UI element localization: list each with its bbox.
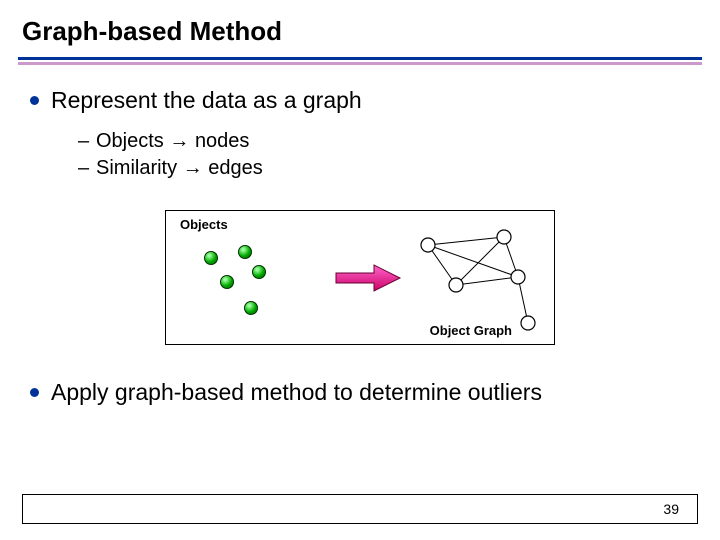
diagram: Objects Object Graph	[165, 210, 555, 345]
object-node-icon	[244, 301, 258, 315]
sub-bullet-1-text: Objects → nodes	[96, 130, 249, 153]
sub-bullet-list: – Objects → nodes – Similarity → edges	[30, 120, 690, 180]
object-graph-diagram	[406, 227, 546, 339]
sub1-target: nodes	[195, 130, 250, 152]
sub1-label: Objects	[96, 130, 164, 152]
bullet-2: Apply graph-based method to determine ou…	[30, 379, 720, 406]
dash-icon: –	[78, 157, 96, 180]
dash-icon: –	[78, 130, 96, 153]
diagram-box: Objects Object Graph	[165, 210, 555, 345]
page-number: 39	[663, 501, 679, 517]
object-node-icon	[204, 251, 218, 265]
title-divider	[18, 57, 702, 65]
bullet-dot-icon	[30, 388, 39, 397]
transform-arrow-icon	[334, 263, 404, 293]
arrow-right-icon: →	[169, 130, 189, 152]
slide-title: Graph-based Method	[0, 0, 720, 57]
bullet-2-wrap: Apply graph-based method to determine ou…	[0, 379, 720, 406]
bullet-dot-icon	[30, 96, 39, 105]
sub-bullet-2-text: Similarity → edges	[96, 157, 263, 180]
bullet-1: Represent the data as a graph	[30, 87, 690, 114]
sub2-target: edges	[208, 157, 263, 179]
arrow-right-icon: →	[183, 157, 203, 179]
content-area: Represent the data as a graph – Objects …	[0, 65, 720, 345]
footer-bar: 39	[22, 494, 698, 524]
object-node-icon	[220, 275, 234, 289]
sub2-label: Similarity	[96, 157, 177, 179]
sub-bullet-2: – Similarity → edges	[78, 157, 690, 180]
bullet-2-text: Apply graph-based method to determine ou…	[51, 379, 542, 406]
object-node-icon	[238, 245, 252, 259]
bullet-1-text: Represent the data as a graph	[51, 87, 362, 114]
sub-bullet-1: – Objects → nodes	[78, 130, 690, 153]
objects-cluster	[186, 239, 326, 334]
objects-label: Objects	[180, 217, 228, 232]
object-node-icon	[252, 265, 266, 279]
